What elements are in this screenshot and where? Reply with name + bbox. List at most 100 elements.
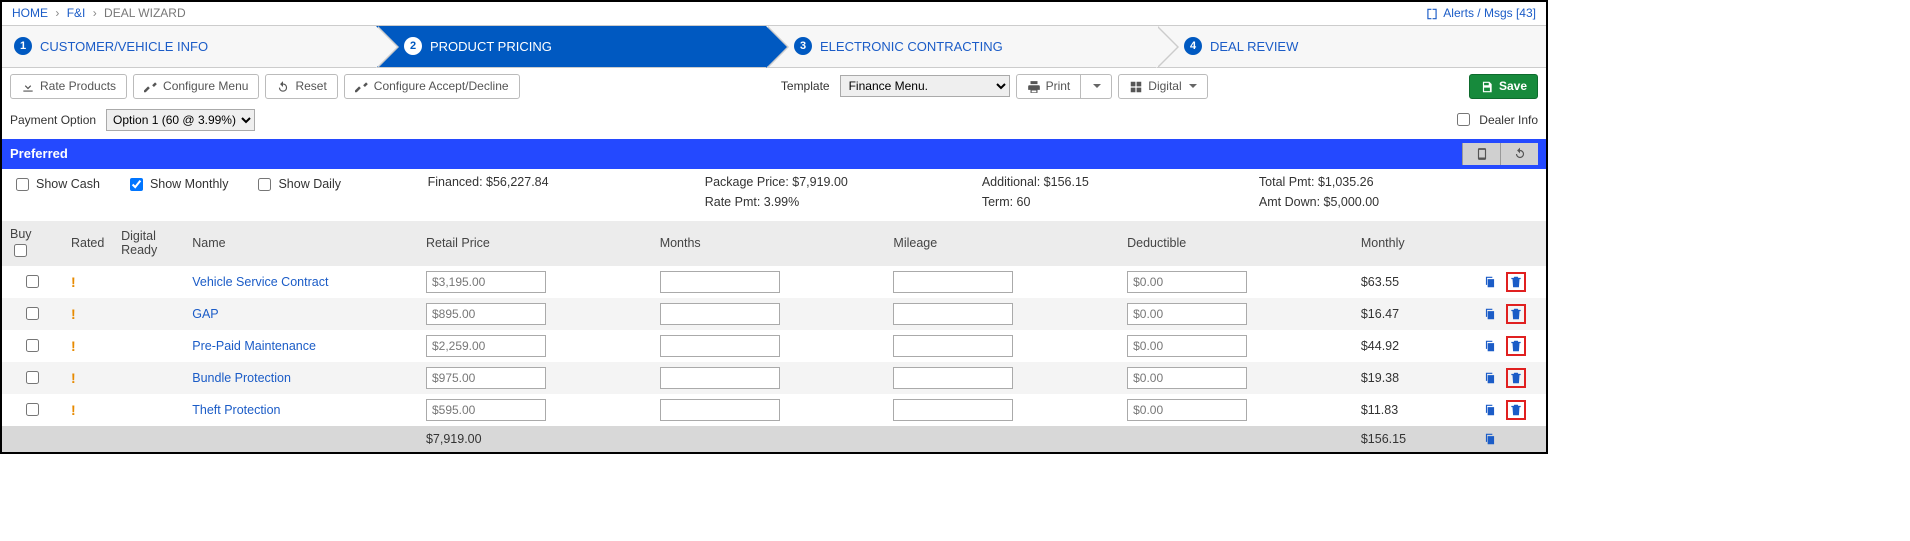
months-input[interactable] [660, 399, 780, 421]
buy-checkbox[interactable] [26, 339, 39, 352]
deductible-input[interactable] [1127, 271, 1247, 293]
col-name: Name [184, 221, 418, 266]
print-dropdown[interactable]: Print [1016, 74, 1113, 99]
digital-dropdown[interactable]: Digital [1118, 74, 1207, 99]
buy-checkbox[interactable] [26, 307, 39, 320]
configure-accept-decline-button[interactable]: Configure Accept/Decline [344, 74, 520, 99]
show-cash-checkbox[interactable]: Show Cash [12, 175, 100, 194]
monthly-value: $11.83 [1353, 394, 1475, 426]
step-number-icon: 4 [1184, 37, 1202, 55]
product-link[interactable]: GAP [192, 307, 218, 321]
rate-products-button[interactable]: Rate Products [10, 74, 127, 99]
button-label: Print [1046, 79, 1071, 93]
buy-all-checkbox[interactable] [14, 244, 27, 257]
alerts-link[interactable]: Alerts / Msgs [43] [1425, 6, 1536, 21]
copy-icon[interactable] [1483, 370, 1500, 384]
retail-price-input[interactable] [426, 399, 546, 421]
monthly-value: $44.92 [1353, 330, 1475, 362]
dealer-info-checkbox[interactable] [1457, 113, 1470, 126]
trash-icon[interactable] [1509, 402, 1523, 417]
col-mileage: Mileage [885, 221, 1119, 266]
step-number-icon: 2 [404, 37, 422, 55]
monthly-value: $19.38 [1353, 362, 1475, 394]
total-pmt-label: Total Pmt: $1,035.26 [1259, 175, 1536, 189]
product-link[interactable]: Bundle Protection [192, 371, 291, 385]
table-row: ! GAP $16.47 [2, 298, 1546, 330]
mileage-input[interactable] [893, 335, 1013, 357]
buy-checkbox[interactable] [26, 371, 39, 384]
retail-price-input[interactable] [426, 367, 546, 389]
col-deductible: Deductible [1119, 221, 1353, 266]
mileage-input[interactable] [893, 399, 1013, 421]
delete-highlight [1506, 336, 1526, 356]
breadcrumb-home[interactable]: HOME [12, 6, 48, 20]
step-product-pricing[interactable]: 2 PRODUCT PRICING [376, 26, 766, 67]
delete-highlight [1506, 304, 1526, 324]
breadcrumb-current: DEAL WIZARD [104, 6, 186, 20]
product-link[interactable]: Theft Protection [192, 403, 280, 417]
mileage-input[interactable] [893, 271, 1013, 293]
show-daily-checkbox[interactable]: Show Daily [254, 175, 341, 194]
deductible-input[interactable] [1127, 367, 1247, 389]
months-input[interactable] [660, 271, 780, 293]
refresh-button[interactable] [1500, 143, 1538, 165]
template-select[interactable]: Finance Menu. [840, 75, 1010, 97]
step-label: ELECTRONIC CONTRACTING [820, 39, 1003, 54]
trash-icon[interactable] [1509, 274, 1523, 289]
col-retail-price: Retail Price [418, 221, 652, 266]
mobile-view-button[interactable] [1462, 143, 1500, 165]
step-deal-review[interactable]: 4 DEAL REVIEW [1156, 26, 1546, 67]
monthly-value: $63.55 [1353, 266, 1475, 298]
refresh-icon [1513, 147, 1527, 161]
trash-icon[interactable] [1509, 306, 1523, 321]
copy-icon[interactable] [1483, 402, 1500, 416]
deductible-input[interactable] [1127, 399, 1247, 421]
months-input[interactable] [660, 303, 780, 325]
breadcrumb-fi[interactable]: F&I [67, 6, 86, 20]
breadcrumb: HOME › F&I › DEAL WIZARD [12, 6, 186, 20]
toolbar: Rate Products Configure Menu Reset Confi… [2, 68, 1546, 105]
col-digital-ready: Digital Ready [113, 221, 184, 266]
retail-price-input[interactable] [426, 271, 546, 293]
summary-row: Show Cash Show Monthly Show Daily Financ… [2, 169, 1546, 221]
mileage-input[interactable] [893, 303, 1013, 325]
rate-pmt-label: Rate Pmt: 3.99% [705, 195, 982, 209]
reset-button[interactable]: Reset [265, 74, 337, 99]
product-link[interactable]: Vehicle Service Contract [192, 275, 328, 289]
chevron-down-icon [1189, 84, 1197, 88]
mileage-input[interactable] [893, 367, 1013, 389]
trash-icon[interactable] [1509, 370, 1523, 385]
wrench-icon [355, 79, 369, 94]
product-link[interactable]: Pre-Paid Maintenance [192, 339, 316, 353]
save-button[interactable]: Save [1469, 74, 1538, 99]
warning-icon: ! [71, 402, 76, 418]
months-input[interactable] [660, 367, 780, 389]
show-monthly-checkbox[interactable]: Show Monthly [126, 175, 229, 194]
button-label: Reset [295, 79, 326, 93]
buy-checkbox[interactable] [26, 403, 39, 416]
col-months: Months [652, 221, 886, 266]
copy-icon[interactable] [1483, 274, 1500, 288]
payment-option-select[interactable]: Option 1 (60 @ 3.99%) [106, 109, 255, 131]
warning-icon: ! [71, 370, 76, 386]
delete-highlight [1506, 272, 1526, 292]
retail-price-input[interactable] [426, 335, 546, 357]
buy-checkbox[interactable] [26, 275, 39, 288]
copy-icon[interactable] [1483, 306, 1500, 320]
dealer-info-label: Dealer Info [1479, 113, 1538, 127]
months-input[interactable] [660, 335, 780, 357]
copy-icon[interactable] [1483, 432, 1497, 446]
step-electronic-contracting[interactable]: 3 ELECTRONIC CONTRACTING [766, 26, 1156, 67]
deductible-input[interactable] [1127, 335, 1247, 357]
configure-menu-button[interactable]: Configure Menu [133, 74, 259, 99]
wizard-steps: 1 CUSTOMER/VEHICLE INFO 2 PRODUCT PRICIN… [2, 26, 1546, 68]
save-icon [1480, 79, 1494, 94]
table-row: ! Pre-Paid Maintenance $44.92 [2, 330, 1546, 362]
step-customer-vehicle[interactable]: 1 CUSTOMER/VEHICLE INFO [2, 26, 376, 67]
button-label: Rate Products [40, 79, 116, 93]
trash-icon[interactable] [1509, 338, 1523, 353]
copy-icon[interactable] [1483, 338, 1500, 352]
deductible-input[interactable] [1127, 303, 1247, 325]
refresh-icon [276, 79, 290, 94]
retail-price-input[interactable] [426, 303, 546, 325]
